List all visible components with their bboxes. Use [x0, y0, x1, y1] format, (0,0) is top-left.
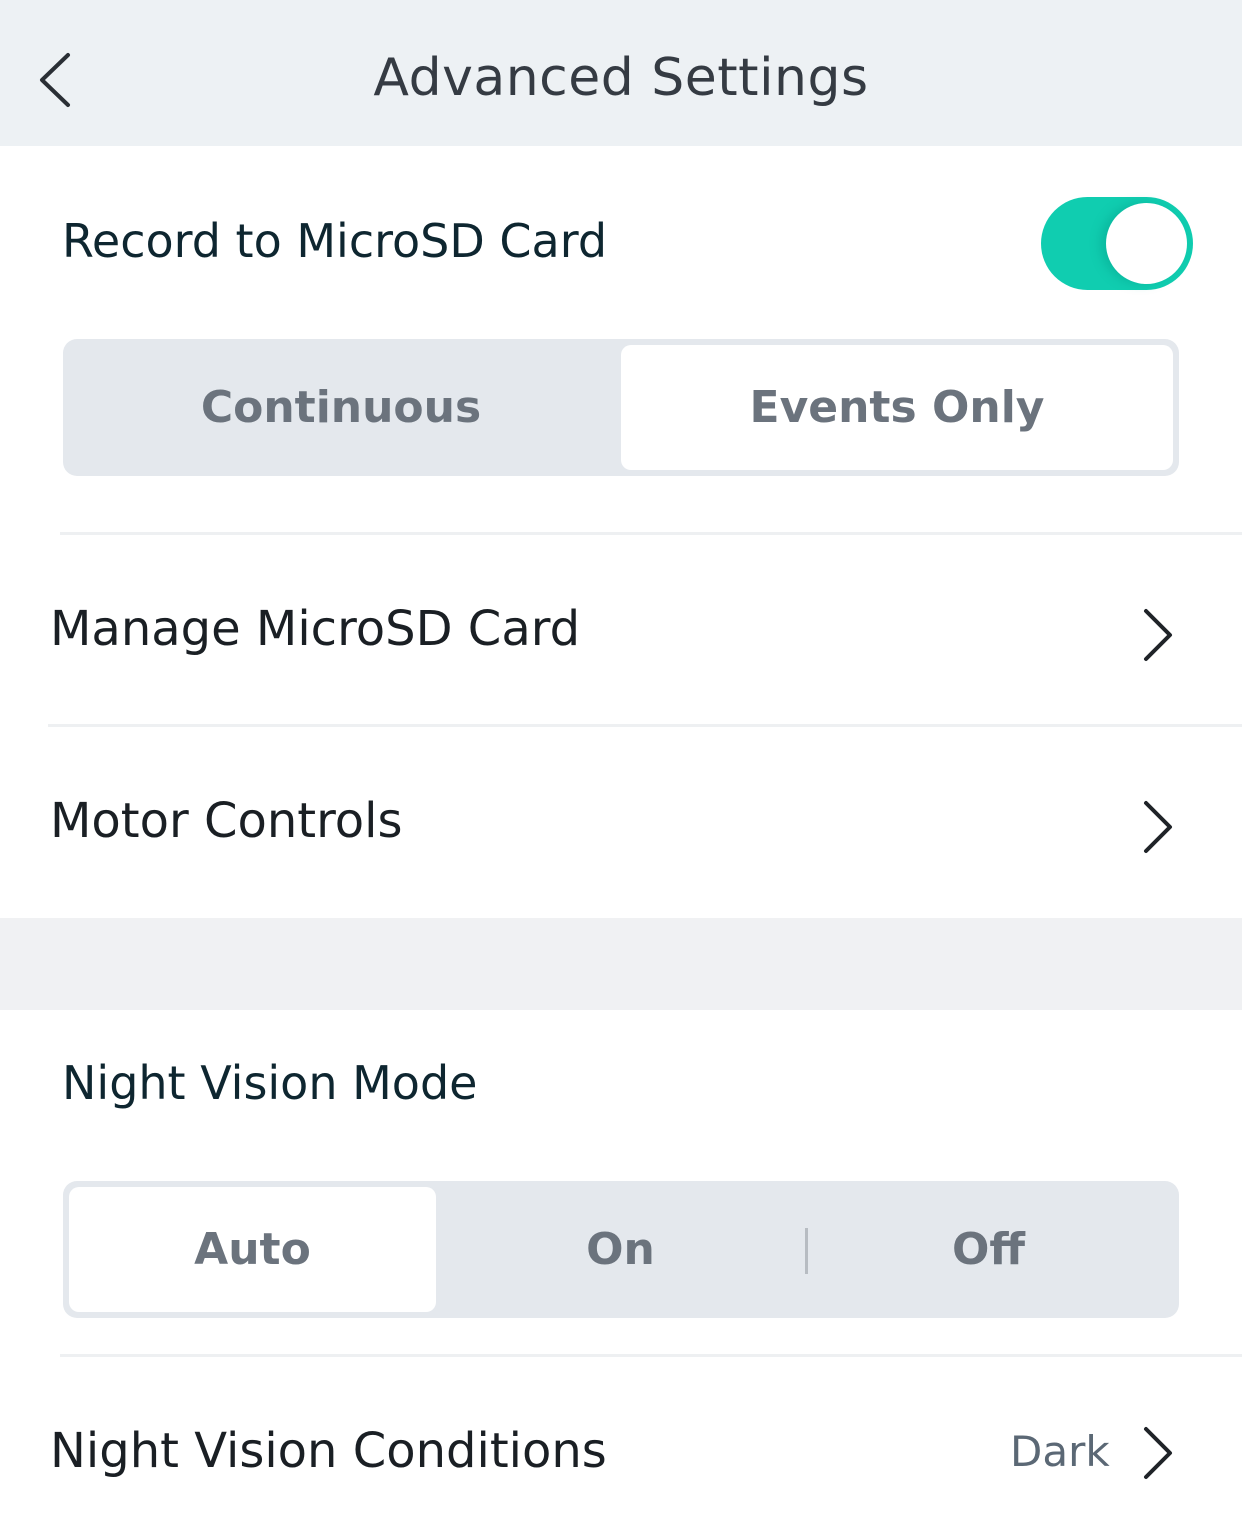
night-vision-conditions-row[interactable]: Night Vision Conditions Dark	[0, 1357, 1242, 1540]
night-vision-conditions-label: Night Vision Conditions	[50, 1423, 607, 1479]
segment-auto[interactable]: Auto	[69, 1187, 436, 1312]
toggle-knob	[1106, 203, 1187, 284]
segment-off[interactable]: Off	[805, 1187, 1172, 1312]
record-sd-label: Record to MicroSD Card	[62, 214, 608, 268]
segment-separator	[805, 1228, 808, 1274]
page-title: Advanced Settings	[373, 48, 869, 108]
chevron-right-icon	[1144, 1427, 1172, 1479]
night-vision-conditions-value: Dark	[1010, 1427, 1110, 1476]
manage-microsd-label: Manage MicroSD Card	[50, 601, 581, 657]
night-vision-segmented-control: Auto On Off	[63, 1181, 1179, 1318]
section-spacer	[0, 918, 1242, 1010]
motor-controls-row[interactable]: Motor Controls	[0, 727, 1242, 917]
segment-continuous[interactable]: Continuous	[63, 345, 619, 470]
chevron-right-icon	[1144, 609, 1172, 661]
night-vision-mode-label: Night Vision Mode	[62, 1056, 478, 1110]
recording-mode-segmented-control: Continuous Events Only	[63, 339, 1179, 476]
segment-on[interactable]: On	[437, 1187, 804, 1312]
chevron-right-icon	[1144, 801, 1172, 853]
top-nav-bar: Advanced Settings	[0, 0, 1242, 146]
motor-controls-label: Motor Controls	[50, 793, 403, 849]
segment-events-only[interactable]: Events Only	[621, 345, 1173, 470]
manage-microsd-row[interactable]: Manage MicroSD Card	[0, 535, 1242, 725]
record-sd-toggle[interactable]	[1041, 197, 1193, 290]
